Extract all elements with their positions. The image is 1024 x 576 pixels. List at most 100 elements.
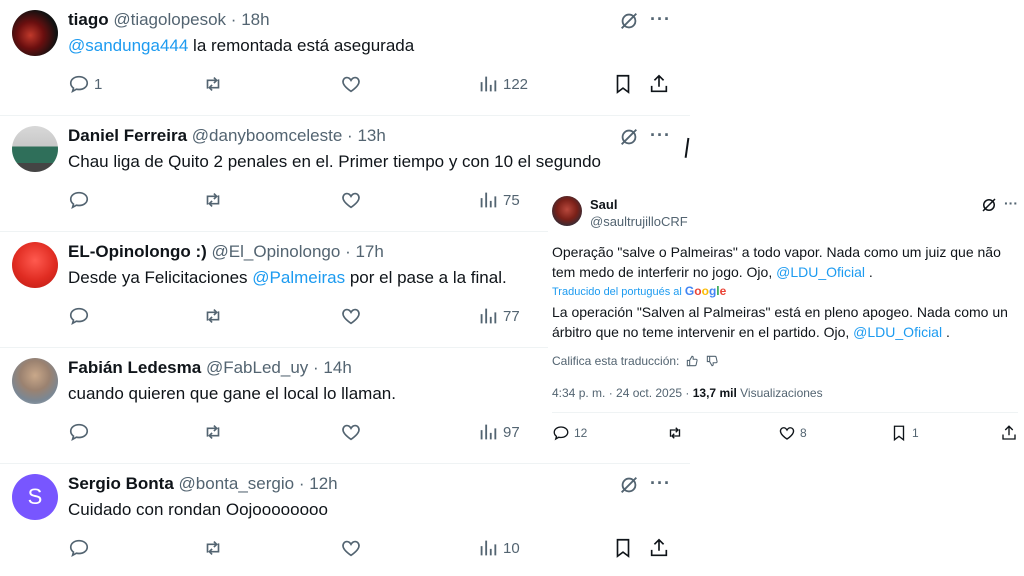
timestamp[interactable]: 17h [355,242,383,261]
bookmark-icon [893,425,905,442]
reply-button[interactable]: 12 [552,424,587,442]
like-button[interactable] [340,188,362,212]
retweet-icon [206,76,220,92]
display-name[interactable]: Daniel Ferreira [68,126,187,145]
tweet-header: EL-Opinolongo :) @El_Opinolongo · 17h [68,242,384,262]
tweet-header: Daniel Ferreira @danyboomceleste · 13h [68,126,386,146]
share-icon [650,538,668,557]
retweet-icon [206,424,220,440]
timestamp[interactable]: 12h [309,474,337,493]
more-options-icon[interactable]: ··· [650,10,671,28]
reply-button[interactable] [68,304,90,328]
display-name[interactable]: EL-Opinolongo :) [68,242,207,261]
retweet-button[interactable] [202,420,224,444]
heart-icon [342,424,360,441]
views-button[interactable]: 75 [477,188,520,212]
separator: · [345,242,351,261]
retweet-button[interactable] [666,424,684,442]
user-handle[interactable]: @FabLed_uy [206,358,308,377]
timestamp[interactable]: 18h [241,10,269,29]
display-name[interactable]: Sergio Bonta [68,474,174,493]
bookmark-button[interactable] [612,72,634,96]
mention-link[interactable]: @sandunga444 [68,36,188,55]
heart-icon [342,192,360,209]
retweet-button[interactable] [202,304,224,328]
tweet-actions: 12 8 1 [552,424,1018,444]
avatar[interactable] [552,196,582,226]
user-handle[interactable]: @danyboomceleste [192,126,343,145]
timestamp[interactable]: 4:34 p. m. · 24 oct. 2025 · [552,386,693,400]
mention-link[interactable]: @Palmeiras [252,268,345,287]
views-chart-icon [480,76,497,92]
like-button[interactable] [340,304,362,328]
reply-button[interactable] [68,188,90,212]
tweet-actions: 10 [68,536,678,560]
share-icon [650,74,668,93]
share-button[interactable] [648,72,670,96]
avatar[interactable] [12,126,58,172]
like-button[interactable]: 8 [778,424,807,442]
display-name[interactable]: Fabián Ledesma [68,358,201,377]
views-button[interactable]: 97 [477,420,520,444]
more-options-icon[interactable]: ··· [650,126,671,144]
retweet-button[interactable] [202,188,224,212]
tweet[interactable]: tiago @tiagolopesok · 18h ··· @sandunga4… [0,0,690,116]
timestamp[interactable]: 13h [357,126,385,145]
like-count: 8 [800,426,807,440]
user-handle[interactable]: @bonta_sergio [179,474,295,493]
more-options-icon[interactable]: ··· [1004,195,1018,211]
grok-icon[interactable] [618,126,640,148]
more-options-icon[interactable]: ··· [650,474,671,492]
display-name[interactable]: tiago [68,10,109,29]
reply-button[interactable] [68,536,90,560]
translation-credit[interactable]: Traducido del portugués al Google [552,284,726,298]
like-button[interactable] [340,536,362,560]
separator: · [298,474,305,493]
tweet[interactable]: S Sergio Bonta @bonta_sergio · 12h ··· C… [0,464,690,576]
bookmark-button[interactable]: 1 [890,424,919,442]
grok-icon[interactable] [618,10,640,32]
retweet-icon [669,427,681,439]
share-button[interactable] [648,536,670,560]
reply-count: 1 [94,75,103,93]
reply-icon [69,307,89,326]
avatar-letter: S [27,484,43,509]
views-count: 13,7 mil [692,386,737,400]
retweet-icon [206,540,220,556]
thumbs-down-icon[interactable] [705,354,719,368]
rate-translation-label: Califica esta traducción: [552,354,680,368]
avatar[interactable] [12,10,58,56]
bookmark-icon [616,538,630,558]
like-button[interactable] [340,420,362,444]
google-logo: Google [684,284,727,298]
views-count: 75 [503,191,520,209]
user-handle[interactable]: @saultrujilloCRF [590,214,688,229]
avatar[interactable]: S [12,474,58,520]
retweet-button[interactable] [202,536,224,560]
views-button[interactable]: 10 [477,536,520,560]
user-handle[interactable]: @El_Opinolongo [212,242,341,261]
avatar[interactable] [12,358,58,404]
retweet-button[interactable] [202,72,224,96]
mention-link[interactable]: @LDU_Oficial [853,324,942,340]
views-button[interactable]: 122 [477,72,528,96]
like-button[interactable] [340,72,362,96]
featured-tweet[interactable]: Saul @saultrujilloCRF ··· Operação "salv… [548,186,1024,456]
bookmark-button[interactable] [612,536,634,560]
mention-link[interactable]: @LDU_Oficial [776,264,865,280]
user-handle[interactable]: @tiagolopesok [113,10,226,29]
reply-button[interactable] [68,420,90,444]
grok-icon[interactable] [618,474,640,496]
share-icon [1002,425,1016,440]
avatar[interactable] [12,242,58,288]
share-button[interactable] [1000,424,1018,442]
timestamp[interactable]: 14h [323,358,351,377]
views-count: 97 [503,423,520,441]
views-button[interactable]: 77 [477,304,520,328]
display-name[interactable]: Saul [590,197,617,212]
views-chart-icon [480,308,497,324]
heart-icon [342,76,360,93]
thumbs-up-icon[interactable] [685,354,699,368]
grok-icon[interactable] [980,196,998,214]
reply-button[interactable]: 1 [68,72,102,96]
